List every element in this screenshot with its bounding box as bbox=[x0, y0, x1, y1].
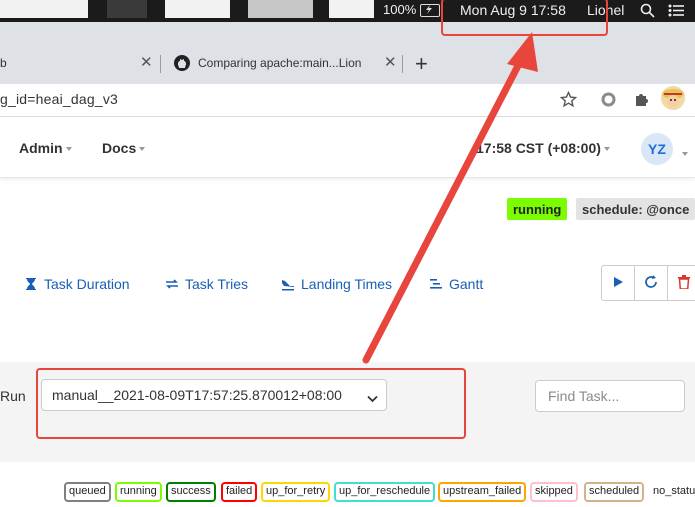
annotation-arrow-icon bbox=[362, 32, 538, 364]
